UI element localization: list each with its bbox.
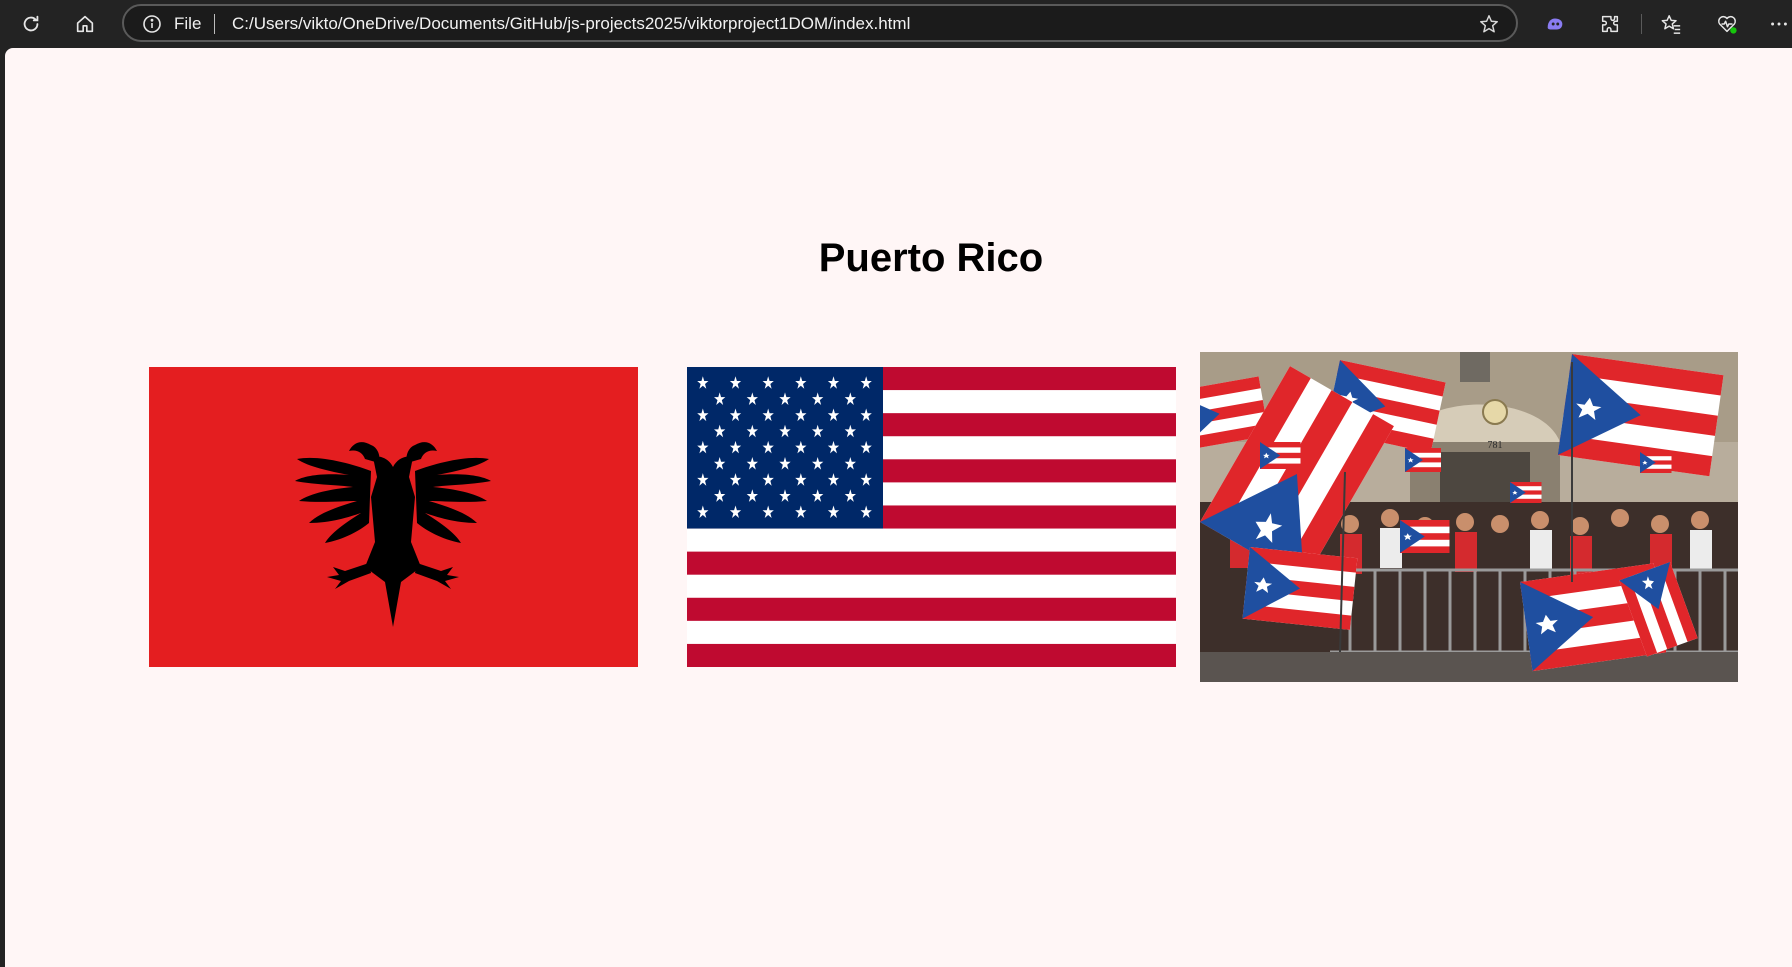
usa-flag-image [687, 367, 1176, 667]
parade-photo-graphic: 781 [1200, 352, 1738, 682]
toolbar-divider [1641, 14, 1642, 34]
page-viewport: Puerto Rico 781 [5, 48, 1792, 967]
extensions-button[interactable] [1594, 8, 1626, 40]
extensions-icon [1601, 15, 1619, 33]
browser-essentials-icon [1718, 15, 1737, 34]
refresh-icon [23, 15, 39, 32]
favorites-button[interactable] [1655, 8, 1687, 40]
browser-essentials-button[interactable] [1711, 8, 1743, 40]
albania-flag-graphic [149, 367, 638, 667]
more-icon [1771, 22, 1787, 26]
address-scheme-label: File [174, 14, 202, 33]
favorite-star-icon[interactable] [1478, 13, 1500, 35]
info-icon[interactable] [142, 14, 162, 34]
address-separator [214, 14, 215, 34]
browser-toolbar: File C:/Users/vikto/OneDrive/Documents/G… [0, 0, 1792, 48]
usa-flag-graphic [687, 367, 1176, 667]
copilot-button[interactable] [1539, 8, 1571, 40]
address-url[interactable]: C:/Users/vikto/OneDrive/Documents/GitHub… [232, 15, 910, 33]
more-button[interactable] [1763, 8, 1792, 40]
copilot-icon [1547, 18, 1563, 30]
home-icon [76, 15, 94, 33]
favorites-icon [1661, 15, 1681, 34]
page-title: Puerto Rico [818, 235, 1044, 280]
building-number-text: 781 [1488, 440, 1503, 451]
albania-flag-image [149, 367, 638, 667]
refresh-button[interactable] [15, 8, 47, 40]
home-button[interactable] [69, 8, 101, 40]
puerto-rico-parade-photo: 781 [1200, 352, 1738, 682]
address-bar[interactable]: File C:/Users/vikto/OneDrive/Documents/G… [122, 4, 1518, 42]
